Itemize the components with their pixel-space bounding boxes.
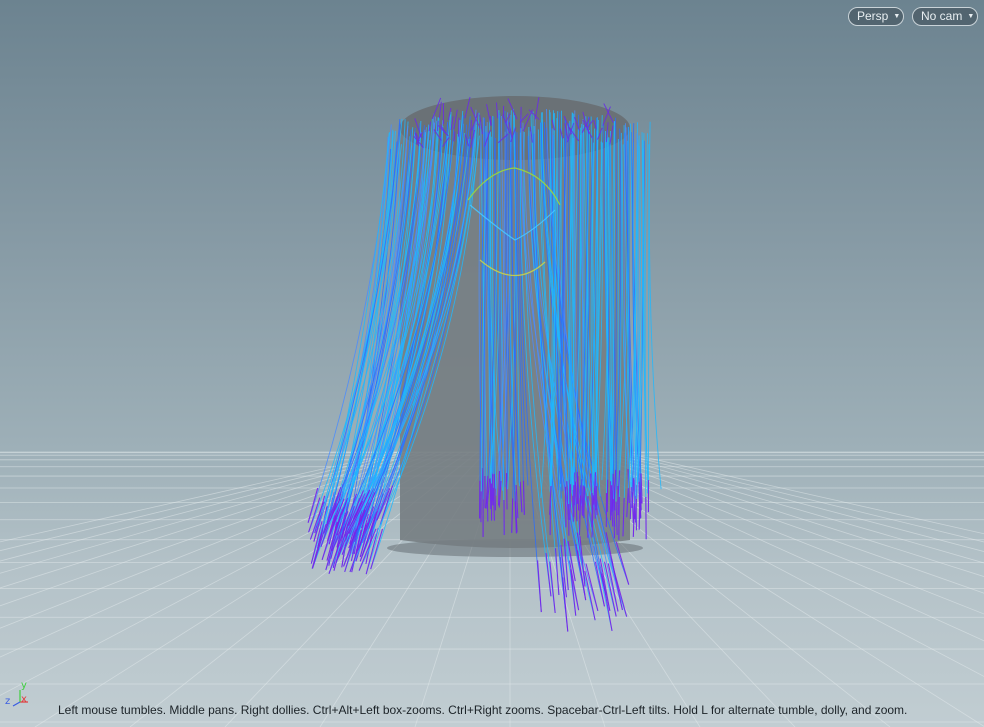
grid-line xyxy=(613,451,984,543)
grid-line xyxy=(589,451,984,577)
axis-z-label: z xyxy=(5,696,11,707)
hair-tip xyxy=(505,473,508,510)
grid-line xyxy=(0,451,463,696)
hair-crown-strand xyxy=(437,120,439,132)
camera-menu-button[interactable]: No cam ▼ xyxy=(912,7,978,26)
hair-tip xyxy=(629,487,632,520)
hair-tip xyxy=(581,479,583,515)
hair-tip xyxy=(569,484,572,521)
axis-y-label: y xyxy=(21,680,27,691)
caret-down-icon: ▼ xyxy=(893,13,901,20)
view-menu-button[interactable]: Persp ▼ xyxy=(848,7,904,26)
hair-tip xyxy=(610,485,613,516)
hair-tip xyxy=(583,486,586,518)
3d-viewport[interactable]: Persp ▼ No cam ▼ y x z Left mouse tumble… xyxy=(0,0,984,727)
scene-canvas[interactable] xyxy=(0,0,984,727)
viewport-status-hint: Left mouse tumbles. Middle pans. Right d… xyxy=(58,703,908,717)
camera-menu-label: No cam xyxy=(921,9,963,23)
view-menu-label: Persp xyxy=(857,9,889,23)
hair-strand xyxy=(648,121,662,490)
hair-tip xyxy=(632,503,635,537)
hair-tip xyxy=(549,561,556,613)
axis-x-label: x xyxy=(21,694,27,705)
hair-strand xyxy=(313,119,401,542)
hair-tip xyxy=(638,492,641,530)
hair-crown-strand xyxy=(453,131,456,142)
grid-line xyxy=(605,451,984,552)
grid-line xyxy=(621,451,984,535)
caret-down-icon: ▼ xyxy=(967,13,975,20)
hair-tip xyxy=(537,560,542,613)
grid-line xyxy=(597,451,984,564)
hair-tip xyxy=(577,475,580,511)
